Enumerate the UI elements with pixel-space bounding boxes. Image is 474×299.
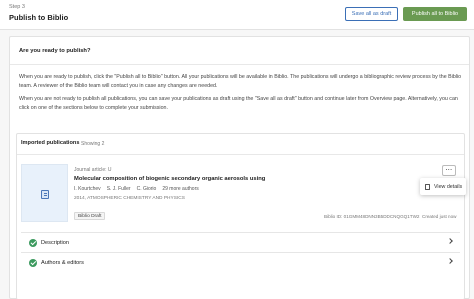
author: S. J. Fuller [106, 186, 131, 192]
page-title: Publish to Biblio [9, 13, 69, 22]
more-authors: 29 more authors [162, 186, 199, 192]
created-timestamp: Created just now [422, 214, 457, 219]
document-icon [425, 183, 430, 190]
ellipsis-icon: ⋯ [445, 167, 453, 174]
divider [10, 64, 469, 65]
section-authors-editors[interactable]: Authors & editors [21, 252, 460, 272]
publication-type: Journal article: U [74, 167, 112, 173]
section-description[interactable]: Description [21, 232, 460, 252]
view-details-menu-item[interactable]: View details [434, 184, 462, 190]
publish-panel: Are you ready to publish? When you are r… [9, 36, 470, 299]
publish-instructions: When you are ready to publish, click the… [19, 74, 462, 89]
imported-count: Showing 2 [81, 141, 105, 147]
biblio-id: Biblio ID: 01GMM48DNN3B5DDCNQGQ1TW2 [324, 214, 420, 219]
check-circle-icon [29, 238, 37, 247]
publication-title[interactable]: Molecular composition of biogenic second… [74, 176, 265, 182]
options-menu: View details [420, 178, 466, 195]
imported-heading: Imported publications [21, 140, 80, 146]
publication-journal: 2014, ATMOSPHERIC CHEMISTRY AND PHYSICS [74, 196, 185, 201]
status-badge: Biblio Draft [74, 212, 106, 220]
chevron-right-icon [447, 258, 453, 264]
document-icon [41, 190, 49, 199]
check-circle-icon [29, 258, 37, 267]
divider [17, 154, 464, 155]
section-label: Authors & editors [41, 259, 84, 266]
chevron-right-icon [447, 238, 453, 244]
section-label: Description [41, 239, 69, 246]
author: I. Kourtchev [74, 186, 101, 192]
publish-all-to-biblio-button[interactable]: Publish all to Biblio [403, 7, 467, 21]
step-label: Step 3 [9, 4, 25, 10]
draft-instructions: When you are not ready to publish all pu… [19, 96, 458, 111]
top-bar: Step 3 Publish to Biblio Save all as dra… [0, 0, 474, 30]
imported-publications-card: Imported publications Showing 2 Journal … [16, 133, 466, 299]
publication-thumbnail [21, 164, 68, 222]
author: C. Giorio [136, 186, 157, 192]
ready-heading: Are you ready to publish? [19, 48, 91, 54]
author-list: I. Kourtchev S. J. Fuller C. Giorio 29 m… [74, 186, 199, 192]
save-all-as-draft-button[interactable]: Save all as draft [345, 7, 398, 21]
more-options-button[interactable]: ⋯ [442, 165, 456, 176]
